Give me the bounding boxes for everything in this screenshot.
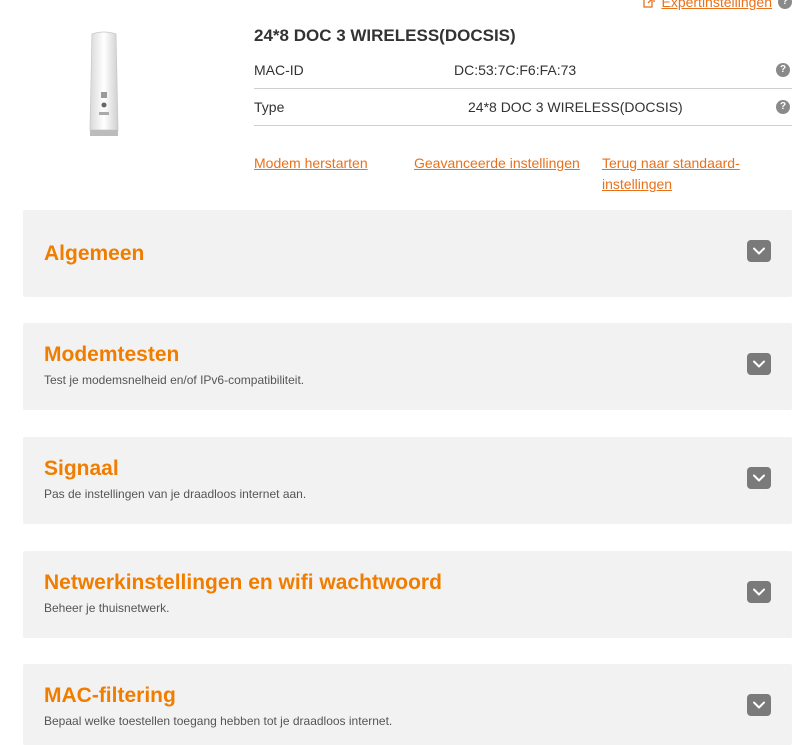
factory-reset-label-line1[interactable]: Terug naar standaard- bbox=[602, 155, 740, 171]
mac-id-value: DC:53:7C:F6:FA:73 bbox=[454, 62, 577, 78]
section-title: Modemtesten bbox=[44, 343, 180, 366]
type-label: Type bbox=[254, 99, 285, 115]
factory-reset-link[interactable]: Terug naar standaard- instellingen bbox=[602, 153, 740, 195]
help-icon[interactable]: ? bbox=[776, 100, 790, 114]
section-subtitle: Beheer je thuisnetwerk. bbox=[44, 601, 170, 615]
section-modemtesten[interactable]: Modemtesten Test je modemsnelheid en/of … bbox=[23, 323, 792, 410]
factory-reset-label-line2[interactable]: instellingen bbox=[602, 176, 672, 192]
modem-info-table: MAC-ID DC:53:7C:F6:FA:73 ? Type 24*8 DOC… bbox=[254, 52, 792, 126]
external-link-icon bbox=[643, 0, 656, 8]
expert-settings-label[interactable]: Expertinstellingen bbox=[661, 0, 772, 10]
expert-settings-link[interactable]: Expertinstellingen ? bbox=[643, 0, 792, 10]
section-algemeen[interactable]: Algemeen bbox=[23, 210, 792, 297]
section-subtitle: Bepaal welke toestellen toegang hebben t… bbox=[44, 714, 393, 728]
section-mac-filtering[interactable]: MAC-filtering Bepaal welke toestellen to… bbox=[23, 664, 792, 745]
chevron-down-icon[interactable] bbox=[747, 581, 771, 603]
help-icon[interactable]: ? bbox=[776, 63, 790, 77]
section-title: MAC-filtering bbox=[44, 684, 176, 707]
help-icon[interactable]: ? bbox=[778, 0, 792, 9]
chevron-down-icon[interactable] bbox=[747, 240, 771, 262]
section-subtitle: Pas de instellingen van je draadloos int… bbox=[44, 487, 307, 501]
type-row: Type 24*8 DOC 3 WIRELESS(DOCSIS) ? bbox=[254, 89, 792, 126]
mac-id-row: MAC-ID DC:53:7C:F6:FA:73 ? bbox=[254, 52, 792, 89]
section-subtitle: Test je modemsnelheid en/of IPv6-compati… bbox=[44, 373, 305, 387]
modem-title: 24*8 DOC 3 WIRELESS(DOCSIS) bbox=[254, 26, 516, 45]
chevron-down-icon[interactable] bbox=[747, 467, 771, 489]
type-value: 24*8 DOC 3 WIRELESS(DOCSIS) bbox=[468, 99, 683, 115]
restart-modem-link[interactable]: Modem herstarten bbox=[254, 153, 368, 174]
section-netwerkinstellingen[interactable]: Netwerkinstellingen en wifi wachtwoord B… bbox=[23, 551, 792, 638]
section-title: Algemeen bbox=[44, 242, 145, 265]
section-title: Netwerkinstellingen en wifi wachtwoord bbox=[44, 571, 442, 594]
mac-id-label: MAC-ID bbox=[254, 62, 304, 78]
section-signaal[interactable]: Signaal Pas de instellingen van je draad… bbox=[23, 437, 792, 524]
advanced-settings-link[interactable]: Geavanceerde instellingen bbox=[414, 153, 580, 174]
modem-image bbox=[89, 31, 119, 136]
section-title: Signaal bbox=[44, 457, 119, 480]
chevron-down-icon[interactable] bbox=[747, 353, 771, 375]
chevron-down-icon[interactable] bbox=[747, 694, 771, 716]
